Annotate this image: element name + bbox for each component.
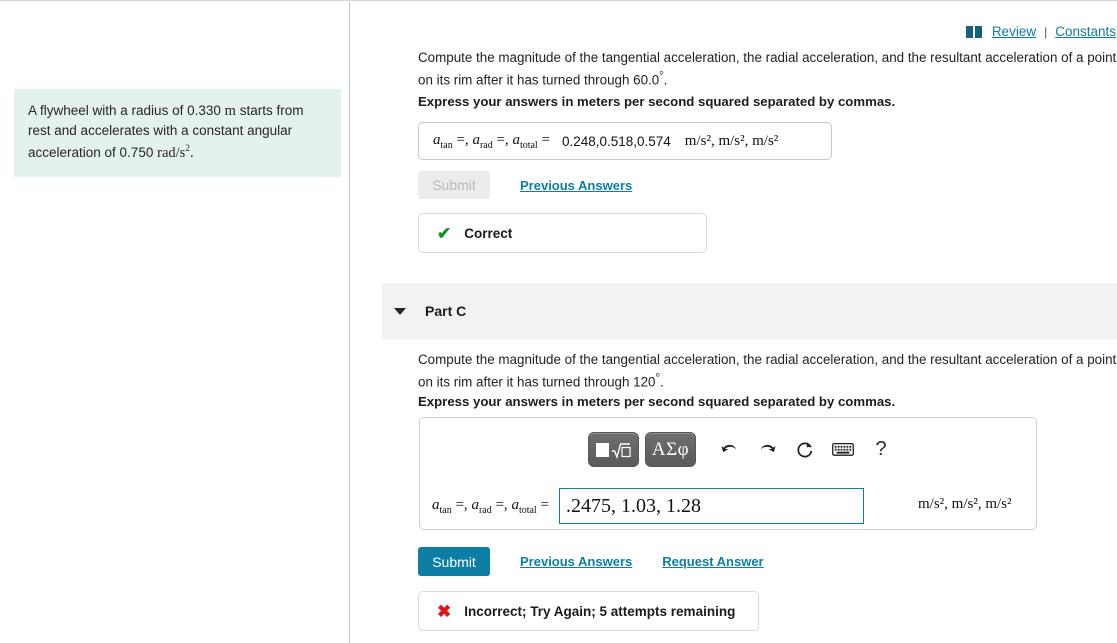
help-label: ? — [875, 438, 887, 460]
part-b-question: Compute the magnitude of the tangential … — [418, 48, 1117, 89]
sym-c-a-tan: a — [432, 496, 440, 513]
sub-c-rad: rad — [478, 504, 492, 516]
greek-button-label: ΑΣφ — [651, 438, 690, 460]
part-c-status-text: Incorrect; Try Again; 5 attempts remaini… — [464, 603, 736, 619]
part-c-question-line2: its rim after it has turned through 120 — [436, 374, 656, 390]
math-template-button[interactable] — [588, 432, 639, 467]
part-b-status-banner: ✔ Correct — [418, 213, 707, 253]
part-b-question-line2: its rim after it has turned through 60.0 — [436, 72, 660, 88]
sub-tan: tan — [440, 139, 453, 151]
page-root: A flywheel with a radius of 0.330 m star… — [0, 0, 1117, 643]
part-c-submit-button[interactable]: Submit — [418, 547, 490, 576]
greek-symbols-button[interactable]: ΑΣφ — [645, 432, 696, 467]
problem-text-line2: and accelerates with a constant angular — [54, 123, 293, 138]
math-toolbar: ΑΣφ ? — [588, 432, 900, 467]
part-c-answer-label: atan =, arad =, atotal = — [432, 497, 549, 516]
chevron-down-icon[interactable] — [394, 307, 406, 315]
help-button[interactable]: ? — [862, 433, 900, 466]
eq-3: = — [537, 131, 550, 148]
part-b-action-row: Submit Previous Answers — [418, 171, 632, 199]
part-c-action-row: Submit Previous Answers Request Answer — [418, 547, 764, 576]
problem-period: . — [190, 144, 194, 161]
problem-sidebar: A flywheel with a radius of 0.330 m star… — [0, 2, 350, 643]
part-c-question-end: . — [659, 374, 664, 390]
eq-c-1: =, — [451, 496, 472, 513]
part-c-title: Part C — [425, 303, 467, 319]
part-c-answer-shell: ΑΣφ ? atan =, arad =, atotal = .2475, 1.… — [419, 417, 1037, 530]
problem-text-line3: acceleration of 0.750 — [28, 144, 154, 160]
part-b-question-end: . — [663, 72, 668, 88]
part-c-instruction: Express your answers in meters per secon… — [418, 394, 896, 409]
constants-link[interactable]: Constants — [1055, 24, 1116, 39]
sym-c-a-rad: a — [471, 496, 479, 513]
keyboard-icon[interactable] — [824, 433, 862, 466]
sym-a-rad: a — [472, 131, 480, 148]
problem-text-line1: A flywheel with a radius of 0.330 — [28, 103, 221, 118]
part-c-previous-answers-link[interactable]: Previous Answers — [520, 554, 632, 569]
part-c-header[interactable]: Part C — [382, 283, 1117, 339]
undo-arrow-icon[interactable] — [710, 433, 748, 466]
check-icon: ✔ — [437, 223, 452, 243]
part-b-status-text: Correct — [464, 225, 513, 241]
part-c-request-answer-link[interactable]: Request Answer — [662, 554, 763, 569]
part-c-question: Compute the magnitude of the tangential … — [418, 350, 1117, 391]
exercise-pane: Review | Constants Compute the magnitude… — [351, 2, 1117, 642]
sub-c-tan: tan — [439, 504, 452, 516]
part-b-answer-label: atan =, arad =, atotal = — [433, 132, 550, 151]
eq-1: =, — [452, 131, 473, 148]
problem-statement-card: A flywheel with a radius of 0.330 m star… — [14, 89, 341, 177]
part-b-answer-value: 0.248,0.518,0.574 — [561, 133, 671, 149]
part-b-instruction: Express your answers in meters per secon… — [418, 94, 896, 109]
book-icon — [965, 25, 983, 38]
unit-rad-base: rad/s — [157, 144, 186, 161]
eq-c-3: = — [536, 496, 549, 513]
redo-arrow-icon[interactable] — [748, 433, 786, 466]
sub-c-total: total — [518, 504, 537, 516]
sub-total: total — [519, 139, 538, 151]
unit-rad-per-s2: rad/s2 — [157, 144, 190, 161]
eq-2: =, — [492, 131, 513, 148]
link-separator: | — [1044, 24, 1048, 39]
part-b-answer-box: atan =, arad =, atotal = 0.248,0.518,0.5… — [418, 122, 832, 160]
part-c-status-banner: ✖ Incorrect; Try Again; 5 attempts remai… — [418, 591, 759, 631]
cross-icon: ✖ — [437, 601, 452, 621]
reset-circular-arrow-icon[interactable] — [786, 433, 824, 466]
sym-c-a-total: a — [511, 496, 519, 513]
review-link[interactable]: Review — [992, 24, 1036, 39]
sub-rad: rad — [479, 139, 493, 151]
eq-c-2: =, — [491, 496, 512, 513]
radical-template-icon — [596, 440, 631, 460]
part-c-answer-row: atan =, arad =, atotal = .2475, 1.03, 1.… — [432, 488, 864, 524]
part-b-previous-answers-link[interactable]: Previous Answers — [520, 178, 632, 193]
part-c-answer-input[interactable]: .2475, 1.03, 1.28 — [558, 488, 864, 524]
part-b-submit-button[interactable]: Submit — [418, 171, 490, 199]
top-links: Review | Constants — [965, 24, 1116, 39]
part-c-units: m/s², m/s², m/s² — [918, 496, 1012, 512]
part-b-units: m/s², m/s², m/s² — [684, 132, 779, 149]
sym-a-total: a — [512, 131, 520, 148]
sym-a-tan: a — [433, 131, 441, 148]
unit-meters: m — [224, 103, 236, 119]
